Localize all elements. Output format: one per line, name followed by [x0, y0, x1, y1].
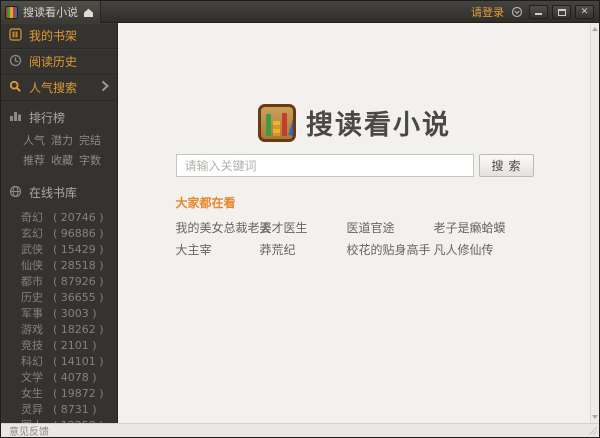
- rank-link-completed[interactable]: 完结: [79, 132, 107, 148]
- titlebar: 搜读看小说 请登录 ✕: [1, 1, 599, 23]
- category-item-nvsheng[interactable]: 女生( 19872 ): [21, 385, 109, 401]
- close-icon: ✕: [580, 7, 589, 17]
- book-link[interactable]: 校花的贴身高手: [347, 241, 434, 258]
- book-link[interactable]: 凡人修仙传: [434, 241, 534, 258]
- category-item-dushi[interactable]: 都市( 87926 ): [21, 273, 109, 289]
- window-controls: 请登录 ✕: [471, 1, 594, 23]
- hot-books-title: 大家都在看: [175, 196, 236, 210]
- library-title: 在线书库: [29, 186, 78, 200]
- search-input[interactable]: [175, 154, 474, 177]
- sidebar-item-label: 阅读历史: [29, 55, 78, 69]
- ranking-title: 排行榜: [29, 111, 66, 125]
- minimize-icon: [535, 13, 542, 15]
- category-item-xianxia[interactable]: 仙侠( 28518 ): [21, 257, 109, 273]
- globe-icon: [9, 185, 22, 201]
- rank-link-favorites[interactable]: 收藏: [51, 152, 79, 168]
- titlebar-tab[interactable]: 搜读看小说: [1, 1, 101, 23]
- close-button[interactable]: ✕: [575, 5, 594, 19]
- menu-icon[interactable]: [511, 6, 523, 18]
- rank-link-recommend[interactable]: 推荐: [23, 152, 51, 168]
- clock-icon: [9, 54, 22, 70]
- maximize-icon: [558, 9, 566, 16]
- sidebar: 我的书架 阅读历史 人气搜索 排行榜 人气 潜力 完结 推荐 收藏 字数 在线书…: [1, 23, 118, 423]
- logo-book-yellow: [273, 120, 280, 136]
- scroll-down-icon[interactable]: [591, 412, 599, 422]
- book-link[interactable]: 老子是癞蛤蟆: [434, 219, 534, 236]
- sidebar-item-history[interactable]: 阅读历史: [1, 49, 117, 75]
- resize-grip[interactable]: [589, 427, 597, 435]
- category-item-jingji[interactable]: 竞技( 2101 ): [21, 337, 109, 353]
- search-button[interactable]: 搜索: [478, 154, 534, 177]
- sidebar-item-hot-search[interactable]: 人气搜索: [1, 75, 117, 101]
- login-link[interactable]: 请登录: [471, 4, 504, 20]
- category-item-lingyi[interactable]: 灵异( 8731 ): [21, 401, 109, 417]
- logo-book-blue: [288, 115, 293, 136]
- book-link[interactable]: 我的美女总裁老婆: [176, 219, 272, 236]
- ranking-links: 人气 潜力 完结 推荐 收藏 字数: [1, 129, 117, 176]
- logo-book-green: [266, 113, 271, 136]
- ranking-section-header: 排行榜: [1, 101, 117, 129]
- category-item-youxi[interactable]: 游戏( 18262 ): [21, 321, 109, 337]
- book-link[interactable]: 大主宰: [176, 241, 260, 258]
- window-title: 搜读看小说: [23, 6, 78, 19]
- feedback-link[interactable]: 意见反馈: [9, 423, 49, 437]
- bar-chart-icon: [9, 110, 22, 125]
- rank-link-wordcount[interactable]: 字数: [79, 152, 107, 168]
- sidebar-item-bookshelf[interactable]: 我的书架: [1, 23, 117, 49]
- scroll-up-icon[interactable]: [591, 24, 599, 34]
- chevron-right-icon: [101, 80, 109, 95]
- bookshelf-icon: [9, 27, 22, 44]
- hot-books-section: 大家都在看 我的美女总裁老婆 天才医生 医道官途 老子是癞蛤蟆 大主宰 莽荒纪 …: [176, 194, 534, 258]
- maximize-button[interactable]: [552, 5, 571, 19]
- app-logo-title: 搜读看小说: [306, 110, 451, 141]
- book-link[interactable]: 医道官途: [347, 219, 434, 236]
- logo: 搜读看小说: [176, 103, 534, 142]
- scrollbar[interactable]: [590, 23, 599, 423]
- category-item-xuanhuan[interactable]: 玄幻( 96886 ): [21, 225, 109, 241]
- app-logo-icon-small: [5, 5, 18, 19]
- main-content: 搜读看小说 搜索 大家都在看 我的美女总裁老婆 天才医生 医道官途 老子是癞蛤蟆…: [175, 103, 534, 258]
- sidebar-item-label: 人气搜索: [29, 81, 78, 95]
- minimize-button[interactable]: [529, 5, 548, 19]
- search-bar: 搜索: [175, 154, 534, 177]
- category-item-wenxue[interactable]: 文学( 4078 ): [21, 369, 109, 385]
- book-link[interactable]: 莽荒纪: [260, 241, 347, 258]
- category-item-lishi[interactable]: 历史( 36655 ): [21, 289, 109, 305]
- search-icon: [9, 80, 22, 96]
- book-link[interactable]: 天才医生: [260, 219, 347, 236]
- home-icon[interactable]: [83, 7, 94, 18]
- category-item-wuxia[interactable]: 武侠( 15429 ): [21, 241, 109, 257]
- main-area: 搜读看小说 搜索 大家都在看 我的美女总裁老婆 天才医生 医道官途 老子是癞蛤蟆…: [119, 23, 599, 423]
- app-window: 搜读看小说 请登录 ✕ 我的书架 阅读历史 人气搜索 排行榜 人气 潜力 完结 …: [0, 0, 600, 438]
- app-logo-icon: [258, 103, 296, 142]
- category-item-qihuan[interactable]: 奇幻( 20746 ): [21, 209, 109, 225]
- library-section-header: 在线书库: [1, 176, 117, 204]
- category-list: 奇幻( 20746 ) 玄幻( 96886 ) 武侠( 15429 ) 仙侠( …: [1, 204, 117, 424]
- rank-link-popularity[interactable]: 人气: [23, 132, 51, 148]
- logo-book-red: [282, 112, 287, 136]
- category-item-junshi[interactable]: 军事( 3003 ): [21, 305, 109, 321]
- sidebar-item-label: 我的书架: [29, 29, 78, 43]
- statusbar: 意见反馈: [1, 423, 599, 437]
- category-item-kehuan[interactable]: 科幻( 14101 ): [21, 353, 109, 369]
- rank-link-potential[interactable]: 潜力: [51, 132, 79, 148]
- hot-books-grid: 我的美女总裁老婆 天才医生 医道官途 老子是癞蛤蟆 大主宰 莽荒纪 校花的贴身高…: [176, 219, 534, 258]
